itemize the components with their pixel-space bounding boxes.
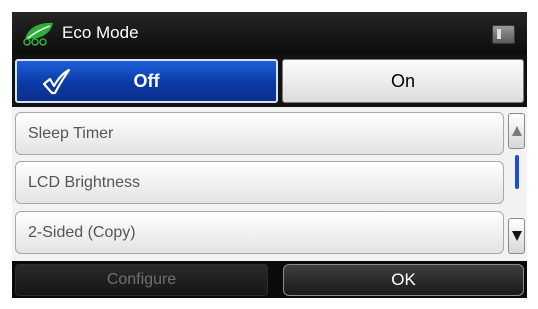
- header-bar: Eco Mode: [12, 12, 527, 55]
- eco-mode-screen: Eco Mode Off On Sleep Timer LCD Brightne…: [12, 12, 527, 298]
- on-option-button[interactable]: On: [282, 59, 524, 103]
- list-item-lcd-brightness[interactable]: LCD Brightness: [15, 161, 504, 204]
- scroll-down-button[interactable]: [508, 218, 525, 254]
- scroll-down-arrow-icon: [512, 231, 522, 241]
- off-option-button[interactable]: Off: [15, 59, 278, 103]
- configure-button: Configure: [15, 264, 268, 296]
- list-item-sleep-timer[interactable]: Sleep Timer: [15, 112, 504, 155]
- list-item-label: 2-Sided (Copy): [28, 224, 136, 241]
- list-item-label: Sleep Timer: [28, 125, 114, 142]
- checkmark-icon: [42, 69, 71, 95]
- scroll-up-arrow-icon: [512, 126, 522, 136]
- scroll-up-button[interactable]: [508, 113, 525, 149]
- page-title: Eco Mode: [62, 23, 139, 42]
- scrollbar-thumb[interactable]: [515, 155, 519, 189]
- ok-label: OK: [391, 270, 416, 289]
- list-item-2-sided-copy[interactable]: 2-Sided (Copy): [15, 211, 504, 254]
- off-option-label: Off: [133, 70, 160, 91]
- memory-card-icon: [492, 25, 515, 44]
- leaf-icon: [23, 22, 53, 46]
- ok-button[interactable]: OK: [283, 264, 524, 296]
- on-option-label: On: [390, 70, 415, 91]
- configure-label: Configure: [106, 271, 177, 288]
- list-item-label: LCD Brightness: [28, 174, 141, 191]
